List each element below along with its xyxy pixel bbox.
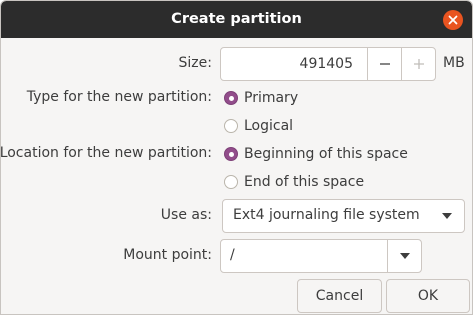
close-button[interactable] (443, 10, 463, 30)
size-unit: MB (443, 55, 465, 71)
mount-point-input[interactable]: / (220, 239, 388, 273)
radio-logical-label: Logical (244, 118, 294, 134)
plus-icon (413, 59, 424, 69)
use-as-dropdown[interactable]: Ext4 journaling file system (222, 199, 465, 233)
partition-type-label: Type for the new partition: (26, 89, 212, 105)
close-icon (448, 15, 458, 25)
radio-primary[interactable]: Primary (224, 90, 298, 106)
radio-end[interactable]: End of this space (224, 174, 364, 190)
ok-button[interactable]: OK (386, 279, 470, 313)
size-value: 491405 (299, 56, 353, 72)
mount-point-label: Mount point: (123, 247, 212, 263)
chevron-down-icon (442, 213, 452, 219)
radio-beginning[interactable]: Beginning of this space (224, 146, 408, 162)
create-partition-dialog: Create partition Size: 491405 MB Type fo… (0, 0, 473, 315)
radio-selected-indicator (224, 91, 238, 105)
size-label: Size: (178, 55, 212, 71)
use-as-label: Use as: (160, 207, 212, 223)
dialog-title: Create partition (171, 11, 302, 27)
radio-logical[interactable]: Logical (224, 118, 293, 134)
location-label: Location for the new partition: (0, 145, 212, 161)
titlebar: Create partition (1, 1, 472, 38)
size-spin-entry[interactable]: 491405 (220, 47, 368, 81)
chevron-down-icon (399, 253, 410, 259)
radio-beginning-label: Beginning of this space (244, 146, 408, 162)
size-decrement-button[interactable] (367, 47, 402, 81)
mount-point-dropdown-button[interactable] (387, 239, 422, 273)
radio-primary-label: Primary (244, 90, 299, 106)
radio-end-label: End of this space (244, 174, 365, 190)
use-as-selected: Ext4 journaling file system (233, 207, 420, 223)
cancel-button[interactable]: Cancel (297, 279, 382, 313)
radio-unselected-indicator (224, 175, 238, 189)
radio-unselected-indicator (224, 119, 238, 133)
minus-icon (379, 63, 390, 65)
radio-selected-indicator (224, 147, 238, 161)
size-increment-button[interactable] (401, 47, 436, 81)
mount-point-value: / (230, 247, 235, 263)
